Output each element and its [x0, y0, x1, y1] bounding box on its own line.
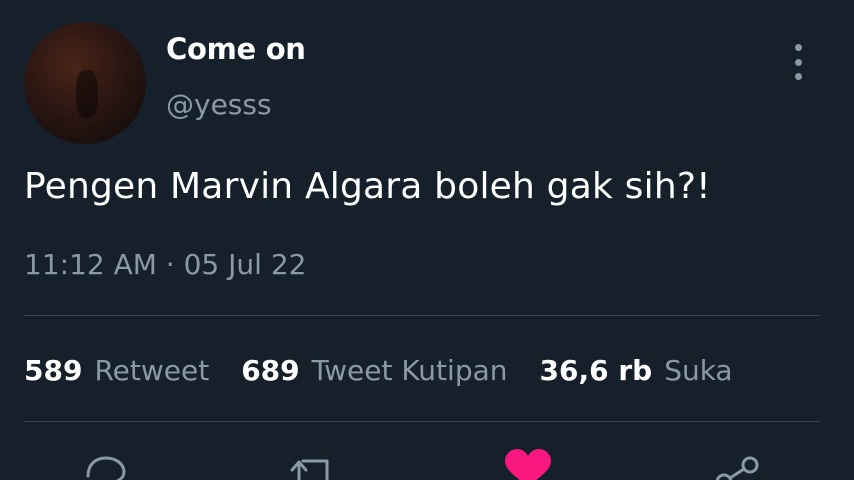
more-options-icon[interactable]	[786, 44, 810, 80]
display-name[interactable]: Come on	[166, 32, 306, 66]
retweet-icon[interactable]	[287, 446, 335, 480]
tweet-timestamp[interactable]: 11:12 AM · 05 Jul 22	[24, 248, 306, 281]
action-bar	[0, 446, 854, 480]
like-stat[interactable]: 36,6 rb Suka	[540, 354, 733, 387]
like-label: Suka	[664, 353, 733, 387]
engagement-stats: 589 Retweet 689 Tweet Kutipan 36,6 rb Su…	[24, 350, 733, 390]
divider	[24, 315, 820, 316]
like-count: 36,6 rb	[539, 353, 653, 387]
more-dot	[794, 58, 802, 66]
reply-icon[interactable]	[82, 446, 130, 480]
quote-label: Tweet Kutipan	[311, 353, 508, 387]
retweet-stat[interactable]: 589 Retweet	[24, 354, 209, 387]
tweet-detail: Come on @yesss Pengen Marvin Algara bole…	[0, 0, 854, 480]
more-dot	[794, 73, 802, 80]
user-handle[interactable]: @yesss	[166, 88, 272, 121]
retweet-count: 589	[24, 353, 83, 387]
quote-count: 689	[241, 353, 300, 387]
heart-icon[interactable]	[503, 446, 551, 480]
retweet-label: Retweet	[94, 353, 210, 387]
tweet-text: Pengen Marvin Algara boleh gak sih?!	[24, 166, 711, 207]
quote-stat[interactable]: 689 Tweet Kutipan	[241, 354, 507, 387]
avatar[interactable]	[24, 22, 146, 144]
divider	[24, 421, 820, 422]
more-dot	[794, 44, 802, 51]
share-icon[interactable]	[712, 446, 760, 480]
